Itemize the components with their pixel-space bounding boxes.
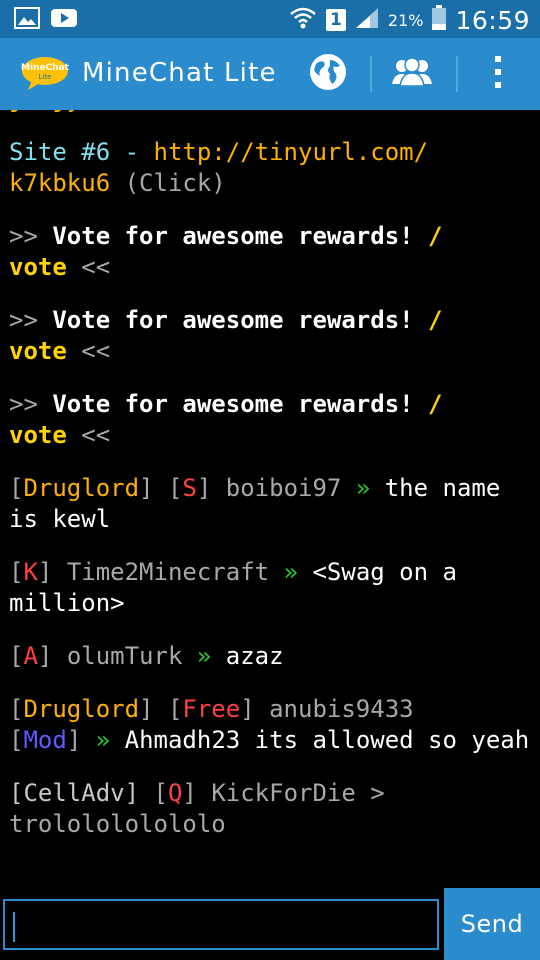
globe-icon bbox=[308, 52, 348, 96]
rank-tag: S bbox=[182, 474, 197, 502]
vote-prefix: >> bbox=[9, 222, 53, 250]
message-separator: » bbox=[355, 474, 371, 502]
chat-message: [Druglord] [Free] anubis9433 [Mod] » Ahm… bbox=[9, 695, 530, 754]
overflow-menu-button[interactable] bbox=[476, 52, 520, 96]
overflow-menu-icon bbox=[492, 54, 504, 94]
site-label: Site #6 - bbox=[9, 138, 154, 166]
app-title: MineChat Lite bbox=[82, 58, 277, 88]
vote-command: vote bbox=[9, 421, 67, 449]
rank-tag: A bbox=[23, 642, 38, 670]
chat-message: [Druglord] [S] boiboi97 » the name is ke… bbox=[9, 474, 515, 533]
vote-slash: / bbox=[428, 306, 443, 334]
vote-prefix: >> bbox=[9, 306, 53, 334]
message-text: Ahmadh23 its allowed so yeah bbox=[124, 726, 530, 754]
rank-tag: CellAdv bbox=[23, 779, 125, 807]
vote-text: Vote for awesome rewards! bbox=[52, 390, 429, 418]
rank-tag: Q bbox=[167, 779, 183, 807]
svg-text:MineChat: MineChat bbox=[21, 63, 70, 73]
click-label[interactable]: (Click) bbox=[110, 169, 226, 197]
site-url[interactable]: http://tinyurl.com/ bbox=[154, 138, 429, 166]
app-logo[interactable]: MineChat Lite bbox=[20, 54, 70, 94]
message-separator: > bbox=[370, 779, 385, 807]
rank-tag: Druglord bbox=[23, 695, 140, 723]
appbar-divider bbox=[370, 56, 372, 92]
vote-text: Vote for awesome rewards! bbox=[52, 306, 429, 334]
message-text: azaz bbox=[225, 642, 284, 670]
vote-prefix: >> bbox=[9, 390, 53, 418]
chat-line-partial: jv7jynn (Click) bbox=[9, 110, 530, 115]
vote-suffix: << bbox=[66, 253, 111, 281]
svg-text:Lite: Lite bbox=[39, 73, 52, 81]
vote-slash: / bbox=[428, 222, 443, 250]
message-separator: » bbox=[283, 558, 299, 586]
chat-message: [CellAdv] [Q] KickForDie > trolololololo… bbox=[9, 779, 385, 838]
text-caret bbox=[13, 912, 15, 942]
username: KickForDie bbox=[211, 779, 356, 807]
chat-line-vote: >> Vote for awesome rewards! / vote << bbox=[9, 305, 530, 367]
chat-input[interactable] bbox=[3, 899, 439, 950]
vote-suffix: << bbox=[66, 421, 111, 449]
input-bar: Send bbox=[0, 888, 540, 960]
status-bar: 1 21% 16:59 bbox=[0, 0, 540, 38]
wifi-icon bbox=[288, 4, 318, 36]
people-icon bbox=[390, 56, 434, 92]
message-text: trololololololo bbox=[9, 810, 226, 838]
chat-line-site: Site #6 - http://tinyurl.com/ k7kbku6 (C… bbox=[9, 137, 530, 199]
vote-slash: / bbox=[428, 390, 443, 418]
username: boiboi97 bbox=[225, 474, 342, 502]
username: Time2Minecraft bbox=[66, 558, 270, 586]
vote-suffix: << bbox=[66, 337, 111, 365]
clock: 16:59 bbox=[455, 5, 530, 35]
gallery-icon bbox=[14, 7, 40, 33]
link-text[interactable]: jv7jynn bbox=[9, 110, 110, 113]
battery-percent: 21% bbox=[387, 10, 424, 30]
chat-message: [A] olumTurk » azaz bbox=[9, 642, 284, 670]
youtube-icon bbox=[50, 7, 78, 33]
rank-tag: Free bbox=[182, 695, 241, 723]
vote-command: vote bbox=[9, 337, 67, 365]
chat-line-vote: >> Vote for awesome rewards! / vote << bbox=[9, 389, 530, 451]
vote-text: Vote for awesome rewards! bbox=[52, 222, 429, 250]
send-button[interactable]: Send bbox=[444, 888, 540, 960]
server-list-button[interactable] bbox=[306, 52, 350, 96]
chat-line-vote: >> Vote for awesome rewards! / vote << bbox=[9, 221, 530, 283]
app-bar: MineChat Lite MineChat Lite bbox=[0, 38, 540, 110]
rank-tag: K bbox=[23, 558, 38, 586]
sim-slot-indicator: 1 bbox=[325, 9, 346, 31]
appbar-divider bbox=[456, 56, 458, 92]
signal-icon bbox=[354, 6, 380, 34]
site-url-tail[interactable]: k7kbku6 bbox=[9, 169, 110, 197]
chat-message: [K] Time2Minecraft » <Swag on a million> bbox=[9, 558, 472, 617]
username: olumTurk bbox=[66, 642, 183, 670]
players-button[interactable] bbox=[390, 52, 434, 96]
message-separator: » bbox=[95, 726, 111, 754]
battery-icon bbox=[431, 5, 447, 35]
chat-log[interactable]: jv7jynn (Click) Site #6 - http://tinyurl… bbox=[0, 110, 540, 888]
rank-tag: Druglord bbox=[23, 474, 140, 502]
username: anubis9433 bbox=[269, 695, 414, 723]
vote-command: vote bbox=[9, 253, 67, 281]
rank-tag: Mod bbox=[23, 726, 67, 754]
message-separator: » bbox=[196, 642, 212, 670]
